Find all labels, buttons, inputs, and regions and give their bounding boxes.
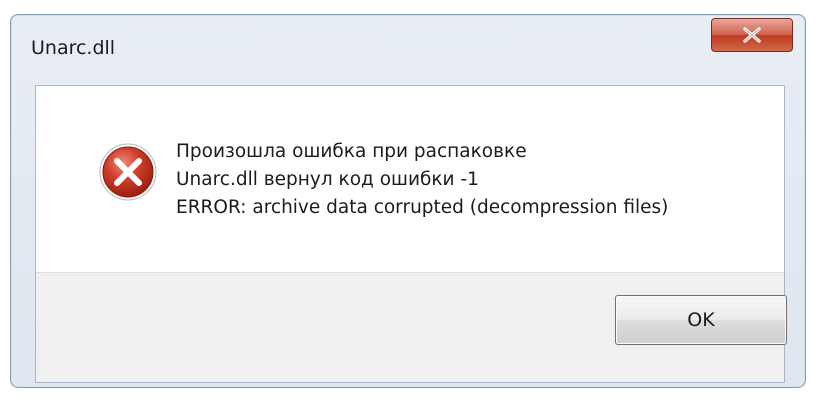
error-dialog-window: Unarc.dll Произошла ошибка при распаковк…	[10, 14, 806, 388]
error-icon	[99, 143, 157, 201]
message-line: Произошла ошибка при распаковке	[176, 141, 527, 162]
dialog-client-area: Произошла ошибка при распаковке Unarc.dl…	[35, 85, 787, 383]
close-button[interactable]	[711, 18, 793, 52]
title-bar[interactable]: Unarc.dll	[11, 15, 805, 77]
message-area: Произошла ошибка при распаковке Unarc.dl…	[36, 86, 784, 272]
message-line: Unarc.dll вернул код ошибки -1	[176, 169, 479, 190]
window-title: Unarc.dll	[31, 37, 116, 59]
error-message: Произошла ошибка при распаковке Unarc.dl…	[176, 138, 668, 222]
button-bar: OK	[36, 272, 787, 382]
ok-button[interactable]: OK	[615, 295, 787, 345]
message-line: ERROR: archive data corrupted (decompres…	[176, 197, 669, 218]
close-icon	[743, 27, 761, 43]
